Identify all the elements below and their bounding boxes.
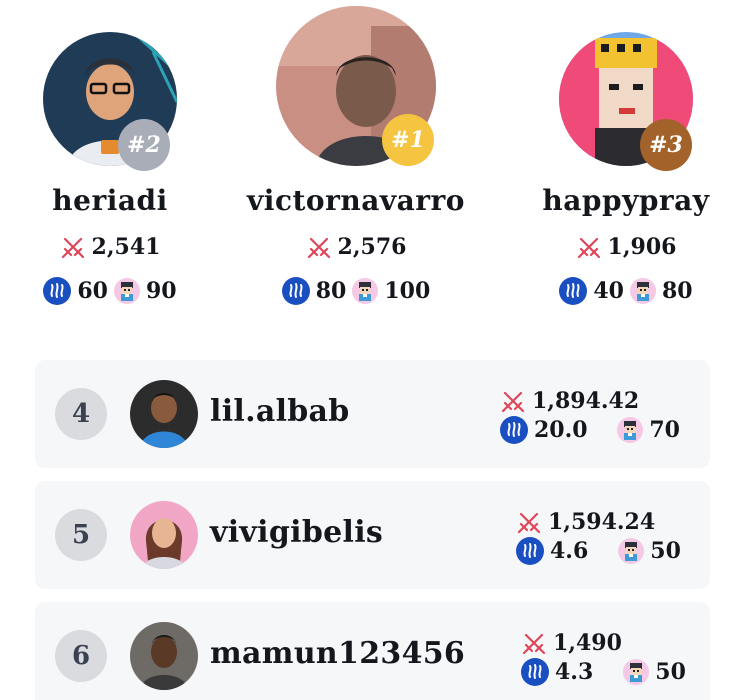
podium-second-place[interactable]: #2 heriadi 2,541 60 90 [0, 0, 220, 320]
score-line: 1,906 [516, 234, 736, 260]
rank-badge: #3 [640, 119, 692, 171]
rewards-line: 60 90 [0, 277, 220, 305]
steem-coin-icon [500, 416, 528, 444]
mascot-token-icon [618, 538, 645, 564]
player-stats: 1,594.24 4.6 50 [516, 509, 696, 565]
steem-coin-icon [516, 537, 544, 565]
mascot-reward: 50 [650, 538, 681, 564]
rewards-line: 80 100 [246, 277, 466, 305]
score-value: 1,906 [607, 234, 677, 260]
crossed-swords-icon [521, 630, 547, 656]
crossed-swords-icon [60, 234, 86, 260]
player-name[interactable]: happypray [516, 184, 736, 217]
player-name[interactable]: mamun123456 [210, 636, 465, 671]
steem-reward: 80 [315, 278, 347, 304]
leaderboard-row[interactable]: 5 vivigibelis 1,594.24 4.6 50 [35, 481, 710, 589]
steem-reward: 60 [77, 278, 108, 304]
crossed-swords-icon [306, 234, 332, 260]
player-name[interactable]: vivigibelis [210, 515, 383, 550]
score-line: 2,541 [0, 234, 220, 260]
podium-first-place[interactable]: #1 victornavarro 2,576 80 100 [246, 0, 466, 320]
steem-reward: 4.3 [555, 659, 594, 685]
podium-third-place[interactable]: #3 happypray 1,906 40 80 [516, 0, 736, 320]
mascot-reward: 80 [662, 278, 693, 304]
steem-coin-icon [281, 277, 310, 305]
score-value: 1,490 [553, 630, 622, 656]
rank-badge: #1 [382, 114, 434, 166]
score-value: 1,894.42 [532, 388, 640, 414]
podium: #2 heriadi 2,541 60 90 #1 victornavarro [0, 0, 738, 330]
player-stats: 1,490 4.3 50 [521, 630, 701, 686]
steem-coin-icon [43, 277, 72, 305]
score-line: 2,576 [246, 234, 466, 260]
mascot-token-icon [617, 417, 644, 443]
mascot-reward: 100 [384, 278, 431, 304]
leaderboard-row[interactable]: 6 mamun123456 1,490 4.3 50 [35, 602, 710, 700]
crossed-swords-icon [500, 388, 526, 414]
mascot-token-icon [352, 278, 379, 304]
mascot-token-icon [114, 278, 140, 304]
steem-coin-icon [521, 658, 549, 686]
player-name[interactable]: heriadi [0, 184, 220, 217]
player-stats: 1,894.42 20.0 70 [500, 388, 680, 444]
crossed-swords-icon [516, 509, 542, 535]
steem-reward: 4.6 [550, 538, 589, 564]
rank-number: 5 [55, 509, 107, 561]
rank-badge: #2 [118, 119, 170, 171]
rank-number: 4 [55, 388, 107, 440]
avatar[interactable] [130, 380, 198, 448]
score-value: 2,576 [337, 234, 407, 260]
steem-reward: 40 [593, 278, 624, 304]
mascot-reward: 70 [649, 417, 680, 443]
steem-coin-icon [559, 277, 588, 305]
steem-reward: 20.0 [534, 417, 588, 443]
rewards-line: 40 80 [516, 277, 736, 305]
score-value: 2,541 [91, 234, 161, 260]
avatar[interactable] [130, 622, 198, 690]
mascot-token-icon [630, 278, 656, 304]
rank-number: 6 [55, 630, 107, 682]
mascot-reward: 90 [146, 278, 177, 304]
player-name[interactable]: victornavarro [246, 184, 466, 217]
crossed-swords-icon [576, 234, 602, 260]
score-value: 1,594.24 [548, 509, 656, 535]
player-name[interactable]: lil.albab [210, 394, 350, 429]
avatar[interactable] [130, 501, 198, 569]
mascot-reward: 50 [655, 659, 686, 685]
leaderboard-row[interactable]: 4 lil.albab 1,894.42 20.0 70 [35, 360, 710, 468]
mascot-token-icon [623, 659, 650, 685]
